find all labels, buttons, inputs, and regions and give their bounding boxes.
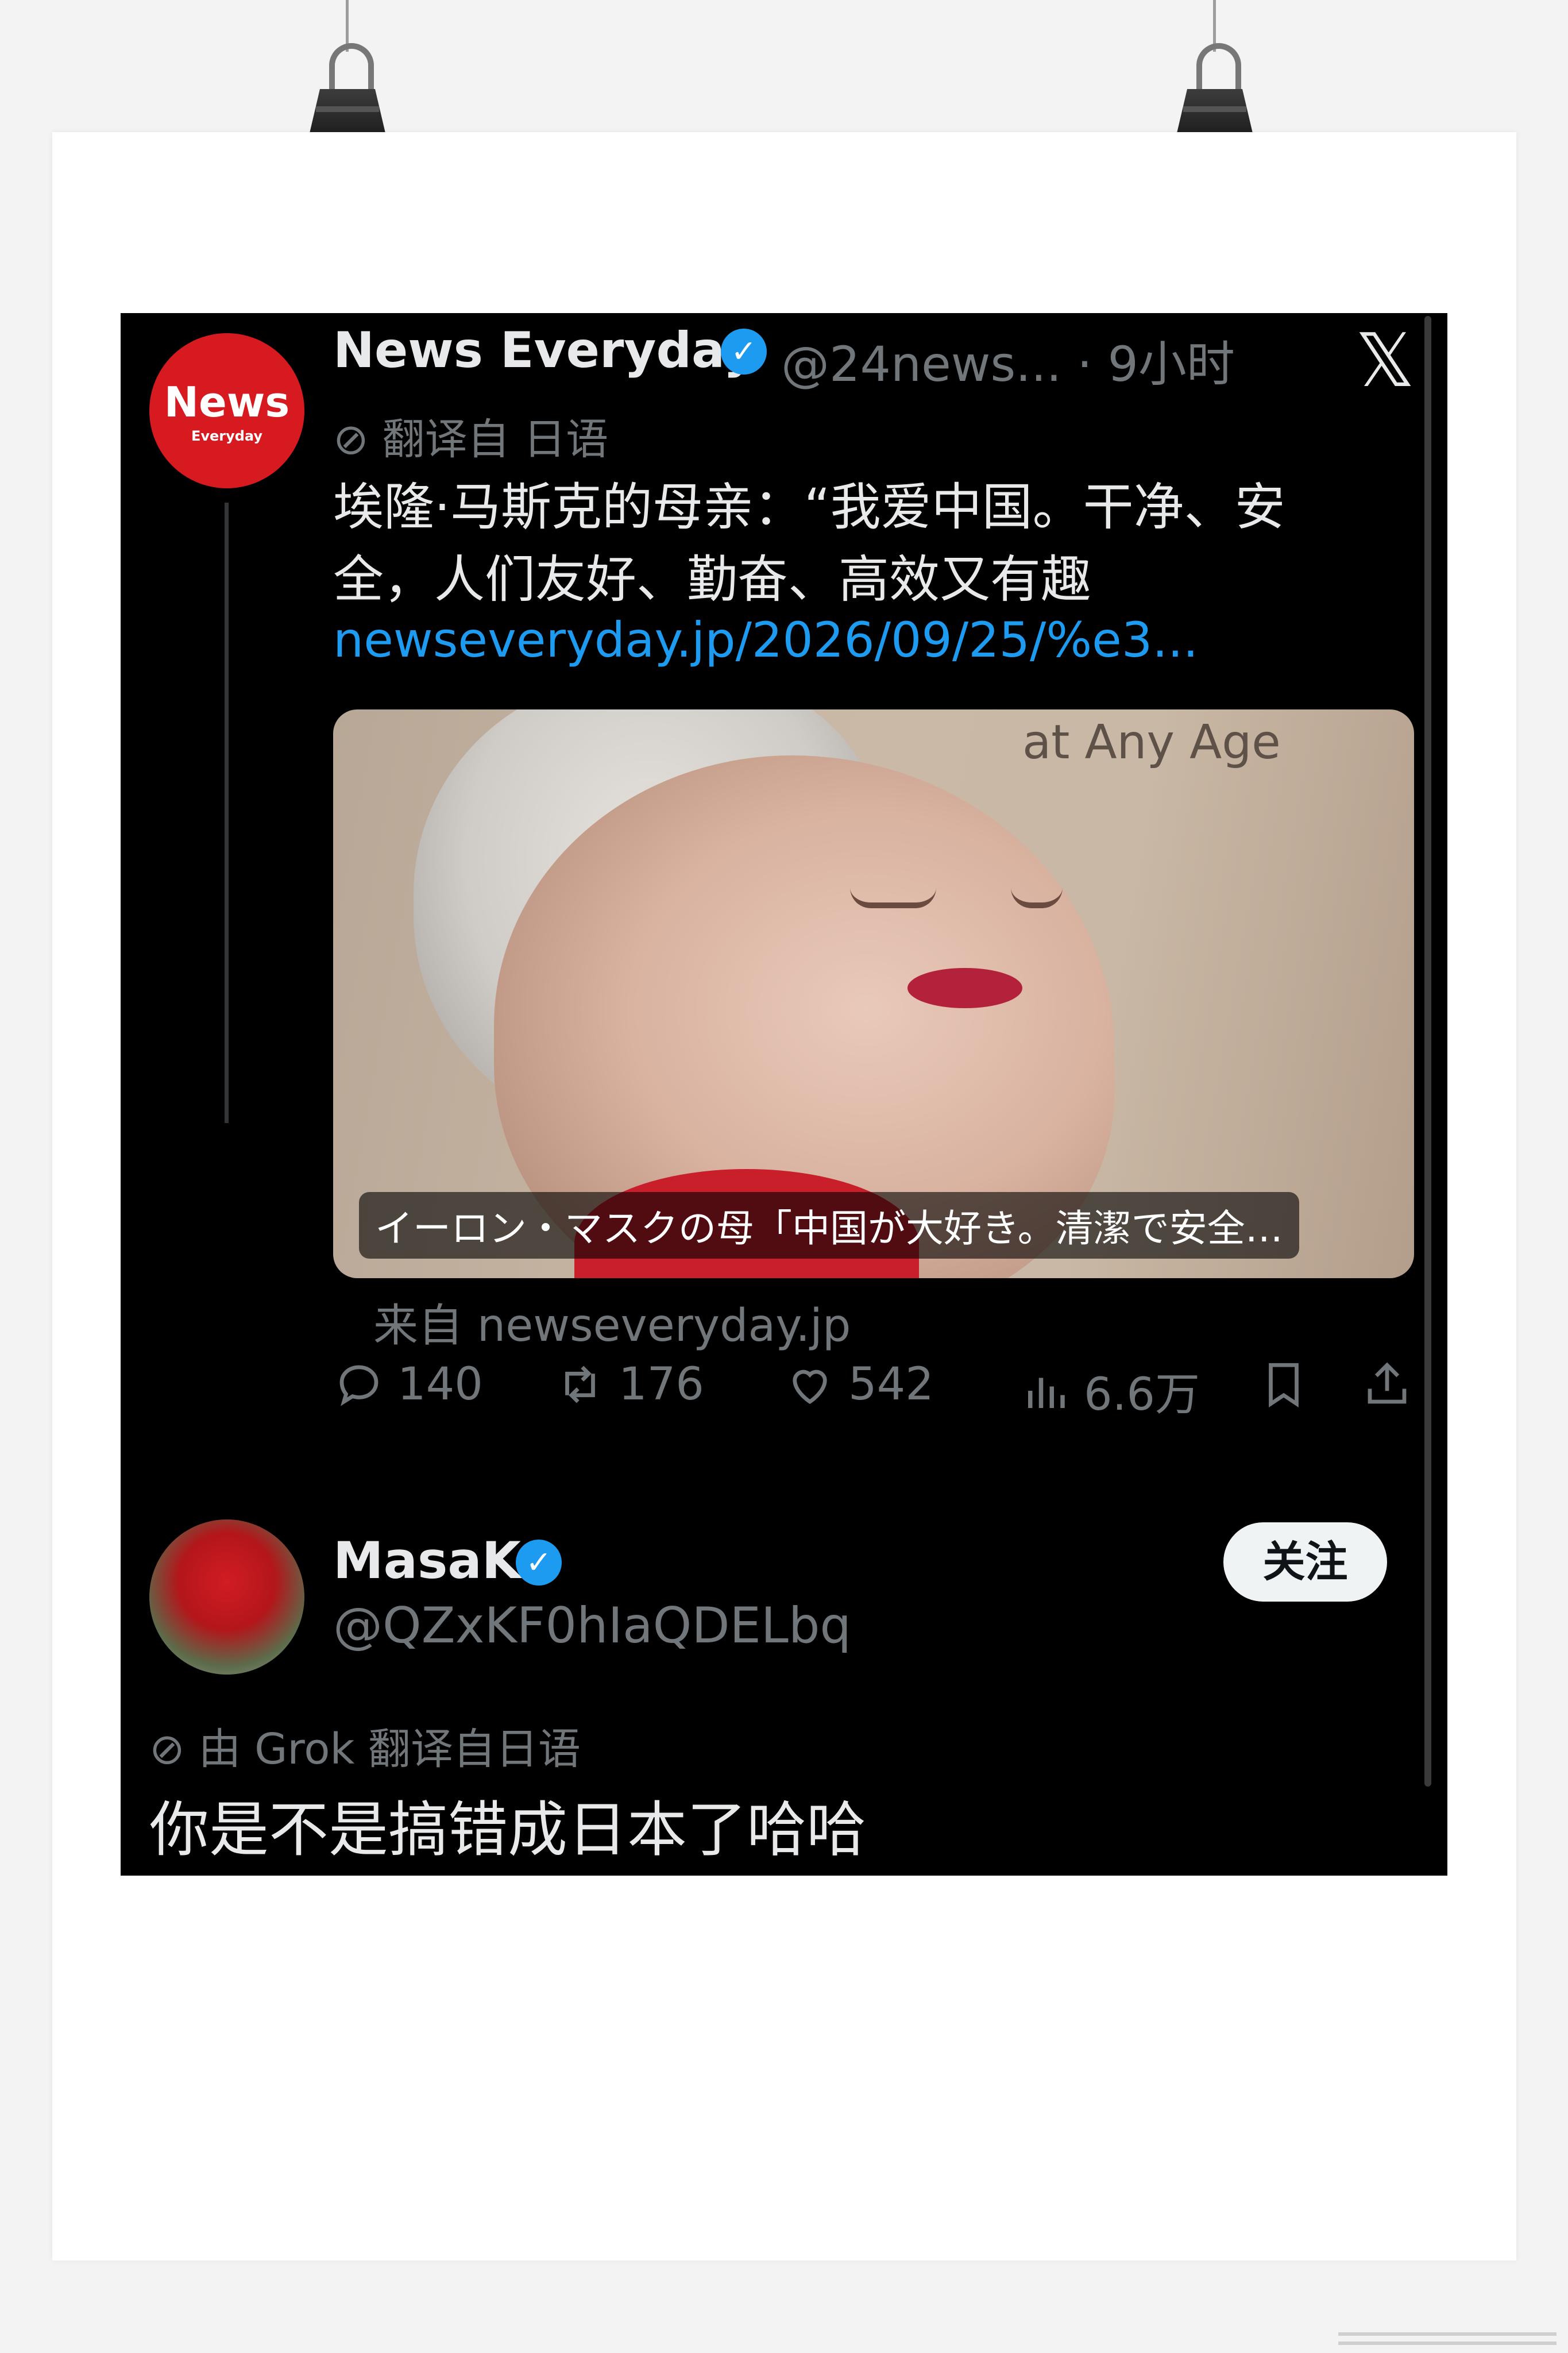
reply-count: 140	[397, 1359, 483, 1410]
reply-button[interactable]: 140	[333, 1359, 483, 1410]
reply-author-name[interactable]: MasaK	[333, 1531, 521, 1590]
verified-icon: ✓	[516, 1540, 562, 1586]
post-translation-note[interactable]: ⊘ 翻译自 日语	[333, 405, 608, 466]
repost-button[interactable]: 176	[554, 1359, 704, 1410]
reply-handle[interactable]: @QZxKF0hIaQDELbq	[333, 1597, 851, 1654]
like-button[interactable]: 542	[784, 1359, 934, 1410]
tweet-screenshot: News Everyday News Everyday ✓ @24news...…	[121, 313, 1447, 1876]
views-button[interactable]: 6.6万	[1019, 1359, 1200, 1423]
post-translation-label: 翻译自 日语	[382, 415, 609, 464]
post-link[interactable]: newseveryday.jp/2026/09/25/%e3...	[333, 612, 1198, 668]
card-source[interactable]: 来自 newseveryday.jp	[373, 1290, 851, 1354]
thread-connector-line	[225, 503, 229, 1123]
post-text: 埃隆·马斯克的母亲：“我爱中国。干净、安 全，人们友好、勤奋、高效又有趣	[333, 471, 1413, 616]
news-everyday-avatar[interactable]: News Everyday	[149, 333, 304, 488]
reply-translation-label: 由 Grok 翻译自日语	[198, 1725, 581, 1774]
repost-icon	[565, 1365, 595, 1403]
views-icon	[1028, 1378, 1065, 1408]
card-image-eye	[1011, 888, 1063, 908]
avatar-logo-text: News	[164, 378, 290, 426]
share-button[interactable]	[1361, 1359, 1413, 1410]
follow-button[interactable]: 关注	[1223, 1522, 1387, 1602]
scrollbar[interactable]	[1424, 316, 1431, 1787]
link-preview-card[interactable]: and Resilience at Any Age イーロン・マスクの母「中国が…	[333, 709, 1414, 1278]
post-handle-time[interactable]: @24news... · 9小时	[781, 326, 1235, 395]
like-icon	[793, 1370, 827, 1405]
reply-translation-note[interactable]: ⊘ 由 Grok 翻译自日语	[149, 1715, 581, 1776]
card-image-tagline: at Any Age	[1022, 715, 1281, 770]
masak-avatar[interactable]	[149, 1519, 304, 1675]
card-caption: イーロン・マスクの母「中国が大好き。清潔で安全…	[359, 1192, 1299, 1259]
reply-icon	[339, 1365, 379, 1406]
reply-text: 你是不是搞错成日本了哈哈	[149, 1795, 867, 1865]
post-action-bar: 140 176 542 6.6万	[333, 1359, 1413, 1422]
post-text-line-1: 埃隆·马斯克的母亲：“我爱中国。干净、安	[333, 477, 1285, 537]
verified-icon: ✓	[721, 329, 767, 375]
card-image-lips	[907, 968, 1022, 1008]
repost-count: 176	[619, 1359, 704, 1410]
avatar-logo-subtext: Everyday	[191, 428, 263, 444]
share-icon	[1368, 1362, 1407, 1404]
card-image-eye	[850, 888, 936, 908]
views-count: 6.6万	[1084, 1369, 1200, 1421]
post-author-name[interactable]: News Everyday	[333, 322, 756, 379]
watermark-mark	[1338, 2332, 1557, 2345]
post-text-line-2: 全，人们友好、勤奋、高效又有趣	[333, 550, 1092, 609]
bookmark-icon	[1269, 1363, 1299, 1408]
translate-icon: ⊘	[333, 415, 369, 464]
x-logo-icon[interactable]: 𝕏	[1355, 325, 1415, 398]
translate-icon: ⊘	[149, 1725, 186, 1774]
bookmark-button[interactable]	[1258, 1359, 1310, 1410]
like-count: 542	[848, 1359, 934, 1410]
